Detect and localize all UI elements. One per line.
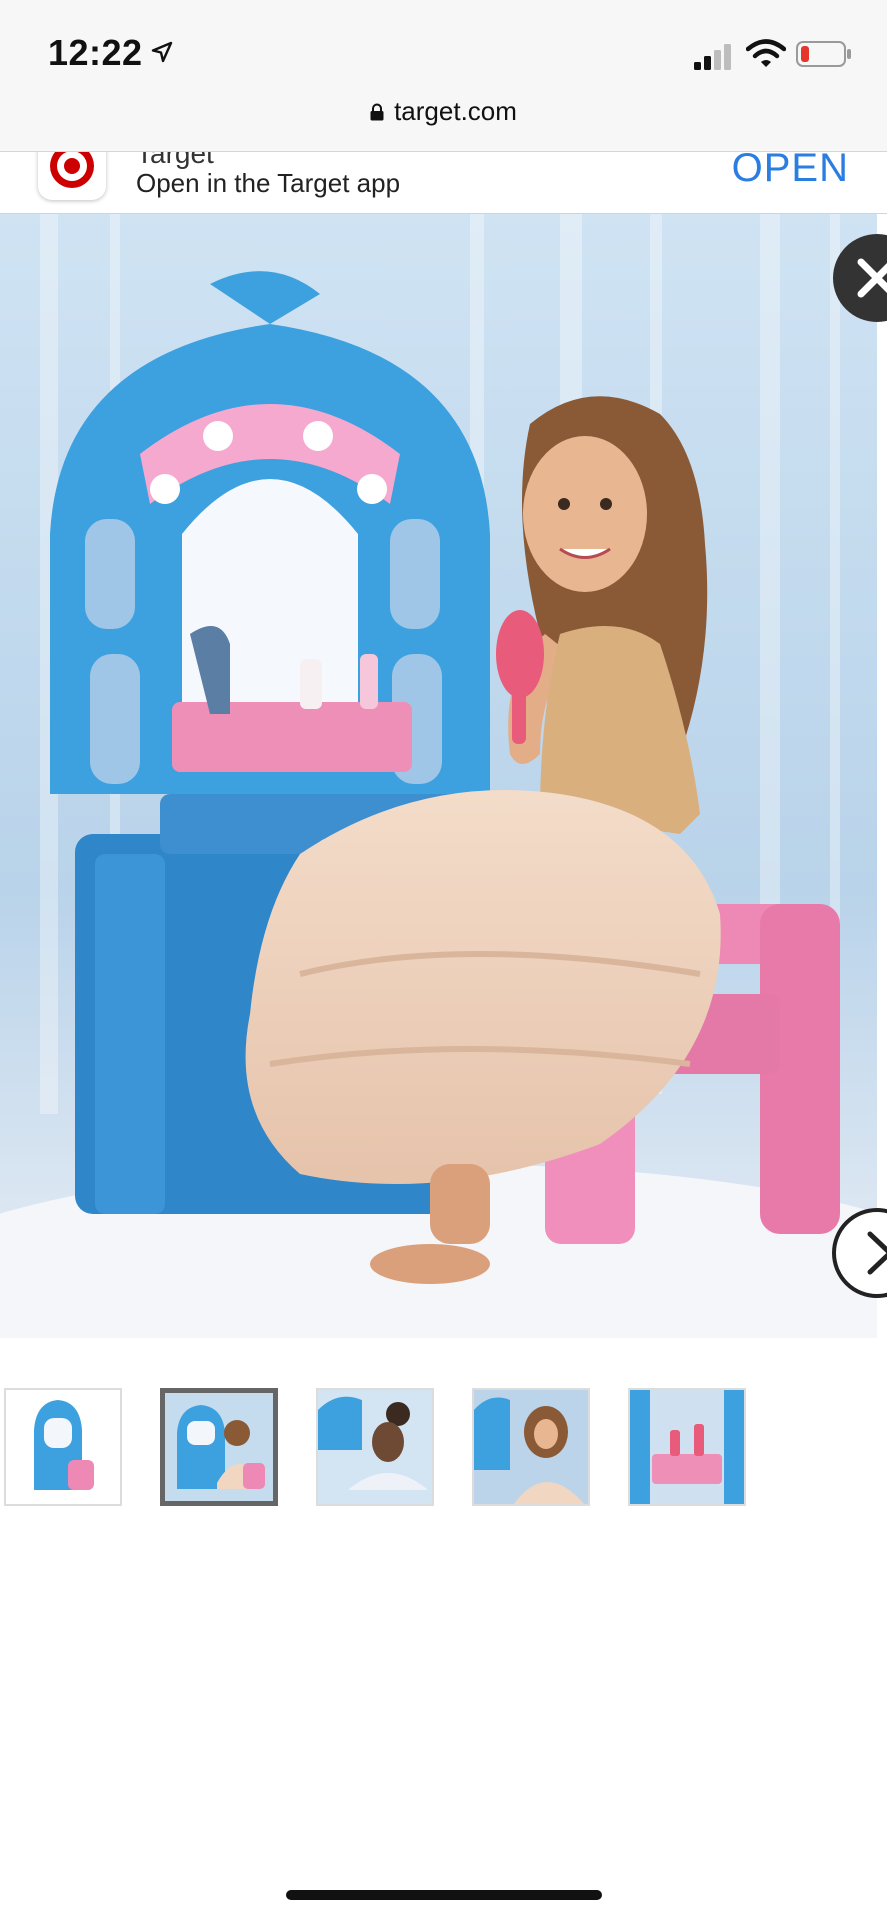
thumbnail-2[interactable] xyxy=(160,1388,278,1506)
battery-low-icon xyxy=(796,41,851,67)
location-arrow-icon xyxy=(151,41,173,63)
thumbnail-strip xyxy=(0,1388,887,1506)
thumbnail-4[interactable] xyxy=(472,1388,590,1506)
cellular-signal-icon xyxy=(694,44,731,70)
thumbnail-1[interactable] xyxy=(4,1388,122,1506)
status-time: 12:22 xyxy=(48,32,143,73)
product-hero-image[interactable] xyxy=(0,214,877,1338)
lock-icon xyxy=(370,103,384,121)
close-gallery-button[interactable] xyxy=(833,234,887,322)
next-image-button[interactable] xyxy=(832,1208,887,1298)
wifi-icon xyxy=(746,39,786,67)
thumbnail-3[interactable] xyxy=(316,1388,434,1506)
status-bar: 12:22 xyxy=(0,0,887,88)
smart-app-banner[interactable]: Target Open in the Target app OPEN xyxy=(0,152,887,214)
home-indicator[interactable] xyxy=(286,1890,602,1900)
close-icon xyxy=(857,258,887,298)
open-app-button[interactable]: OPEN xyxy=(732,152,849,191)
url-text[interactable]: target.com xyxy=(394,96,517,126)
thumbnail-5[interactable] xyxy=(628,1388,746,1506)
banner-subtitle: Open in the Target app xyxy=(136,168,401,198)
chevron-right-icon xyxy=(867,1231,887,1275)
browser-url-bar[interactable]: target.com xyxy=(0,88,887,152)
target-logo-icon xyxy=(38,152,106,200)
